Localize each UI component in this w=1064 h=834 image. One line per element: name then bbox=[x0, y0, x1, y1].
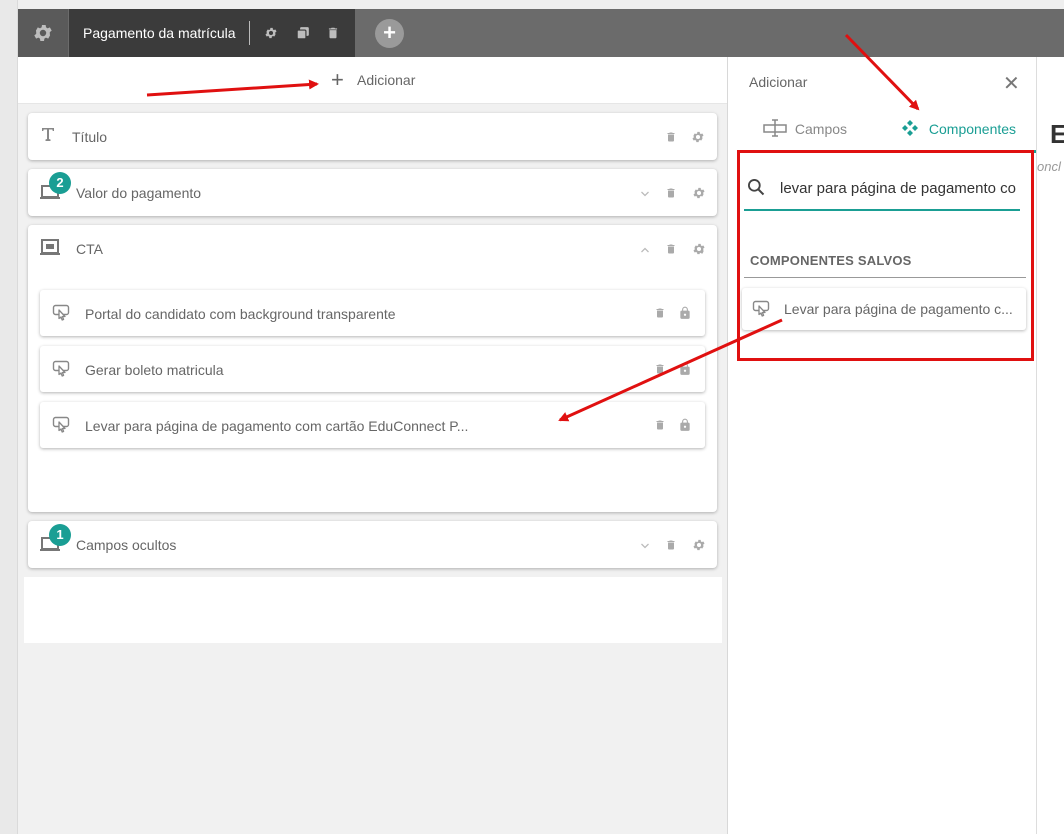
cta-item-label: Gerar boleto matricula bbox=[85, 362, 224, 378]
gear-icon[interactable] bbox=[691, 130, 705, 144]
cta-item[interactable]: Portal do candidato com background trans… bbox=[40, 290, 705, 336]
plus-icon: + bbox=[383, 20, 396, 45]
add-page-button[interactable]: + bbox=[375, 19, 404, 48]
trash-icon[interactable] bbox=[654, 306, 666, 320]
section-valor-pagamento[interactable]: 2 Valor do pagamento bbox=[28, 169, 717, 216]
trash-icon[interactable] bbox=[665, 186, 677, 200]
chevron-up-icon[interactable] bbox=[639, 244, 651, 256]
cta-item-label: Levar para página de pagamento com cartã… bbox=[85, 418, 469, 434]
gear-icon[interactable] bbox=[264, 26, 278, 40]
trash-icon[interactable] bbox=[654, 362, 666, 376]
active-tab-indicator bbox=[880, 150, 1037, 153]
preview-heading: E bbox=[1050, 119, 1064, 150]
gear-icon[interactable] bbox=[692, 538, 706, 552]
chevron-down-icon[interactable] bbox=[639, 540, 651, 552]
add-element-label: Adicionar bbox=[357, 72, 416, 88]
components-icon bbox=[902, 120, 918, 136]
section-label: Valor do pagamento bbox=[76, 185, 202, 201]
cta-item[interactable]: Gerar boleto matricula bbox=[40, 346, 705, 392]
copy-icon[interactable] bbox=[296, 26, 310, 40]
section-label: Título bbox=[72, 129, 108, 145]
trash-icon[interactable] bbox=[665, 538, 677, 552]
row-actions bbox=[639, 242, 706, 261]
cta-item[interactable]: Levar para página de pagamento com cartã… bbox=[40, 402, 705, 448]
close-icon[interactable]: ✕ bbox=[1003, 71, 1020, 96]
section-label: Campos ocultos bbox=[76, 537, 177, 553]
tab-label: Componentes bbox=[928, 121, 1017, 137]
trash-icon[interactable] bbox=[665, 130, 677, 144]
gear-icon bbox=[34, 25, 52, 41]
component-search[interactable] bbox=[744, 169, 1020, 211]
page-tab-title: Pagamento da matrícula bbox=[83, 25, 236, 41]
divider bbox=[744, 277, 1026, 278]
trash-icon[interactable] bbox=[665, 242, 677, 256]
plus-icon: + bbox=[331, 67, 344, 92]
row-actions bbox=[639, 186, 706, 205]
divider bbox=[249, 21, 250, 45]
row-actions bbox=[665, 130, 705, 149]
saved-component-item[interactable]: Levar para página de pagamento c... bbox=[742, 288, 1026, 330]
lock-icon[interactable] bbox=[678, 361, 692, 377]
saved-components-heading: COMPONENTES SALVOS bbox=[750, 253, 912, 268]
add-element-bar[interactable]: + Adicionar bbox=[18, 57, 727, 104]
gear-icon[interactable] bbox=[692, 186, 706, 200]
add-panel: Adicionar ✕ Campos Componentes COMPONENT… bbox=[727, 57, 1037, 834]
left-edge bbox=[0, 0, 18, 834]
search-icon bbox=[748, 179, 765, 196]
tab-campos[interactable]: Campos bbox=[763, 119, 847, 137]
lock-icon[interactable] bbox=[678, 305, 692, 321]
trash-icon[interactable] bbox=[654, 418, 666, 432]
section-label: CTA bbox=[76, 241, 103, 257]
container-icon bbox=[40, 239, 60, 255]
search-input[interactable] bbox=[780, 175, 1018, 201]
top-strip bbox=[0, 0, 1064, 9]
empty-drop-area bbox=[24, 577, 722, 643]
tab-label: Campos bbox=[794, 121, 848, 137]
section-title[interactable]: Título bbox=[28, 113, 717, 160]
cta-icon bbox=[52, 416, 70, 433]
section-campos-ocultos[interactable]: 1 Campos ocultos bbox=[28, 521, 717, 568]
chevron-down-icon[interactable] bbox=[639, 188, 651, 200]
cta-icon bbox=[752, 300, 770, 317]
preview-subtext: oncl bbox=[1037, 159, 1061, 174]
saved-component-label: Levar para página de pagamento c... bbox=[784, 301, 1013, 317]
cta-item-label: Portal do candidato com background trans… bbox=[85, 306, 396, 322]
text-icon bbox=[42, 128, 54, 141]
global-settings-button[interactable] bbox=[18, 9, 68, 57]
page-preview: E oncl bbox=[1036, 57, 1064, 834]
panel-title: Adicionar bbox=[749, 74, 808, 90]
gear-icon[interactable] bbox=[692, 242, 706, 256]
page-tab[interactable]: Pagamento da matrícula bbox=[69, 9, 355, 57]
cta-icon bbox=[52, 360, 70, 377]
lock-icon[interactable] bbox=[678, 417, 692, 433]
count-badge: 1 bbox=[49, 524, 71, 546]
count-badge: 2 bbox=[49, 172, 71, 194]
cta-icon bbox=[52, 304, 70, 321]
fields-icon bbox=[763, 119, 787, 137]
tab-componentes[interactable]: Componentes bbox=[901, 119, 1016, 137]
row-actions bbox=[639, 538, 706, 557]
trash-icon[interactable] bbox=[326, 26, 340, 40]
